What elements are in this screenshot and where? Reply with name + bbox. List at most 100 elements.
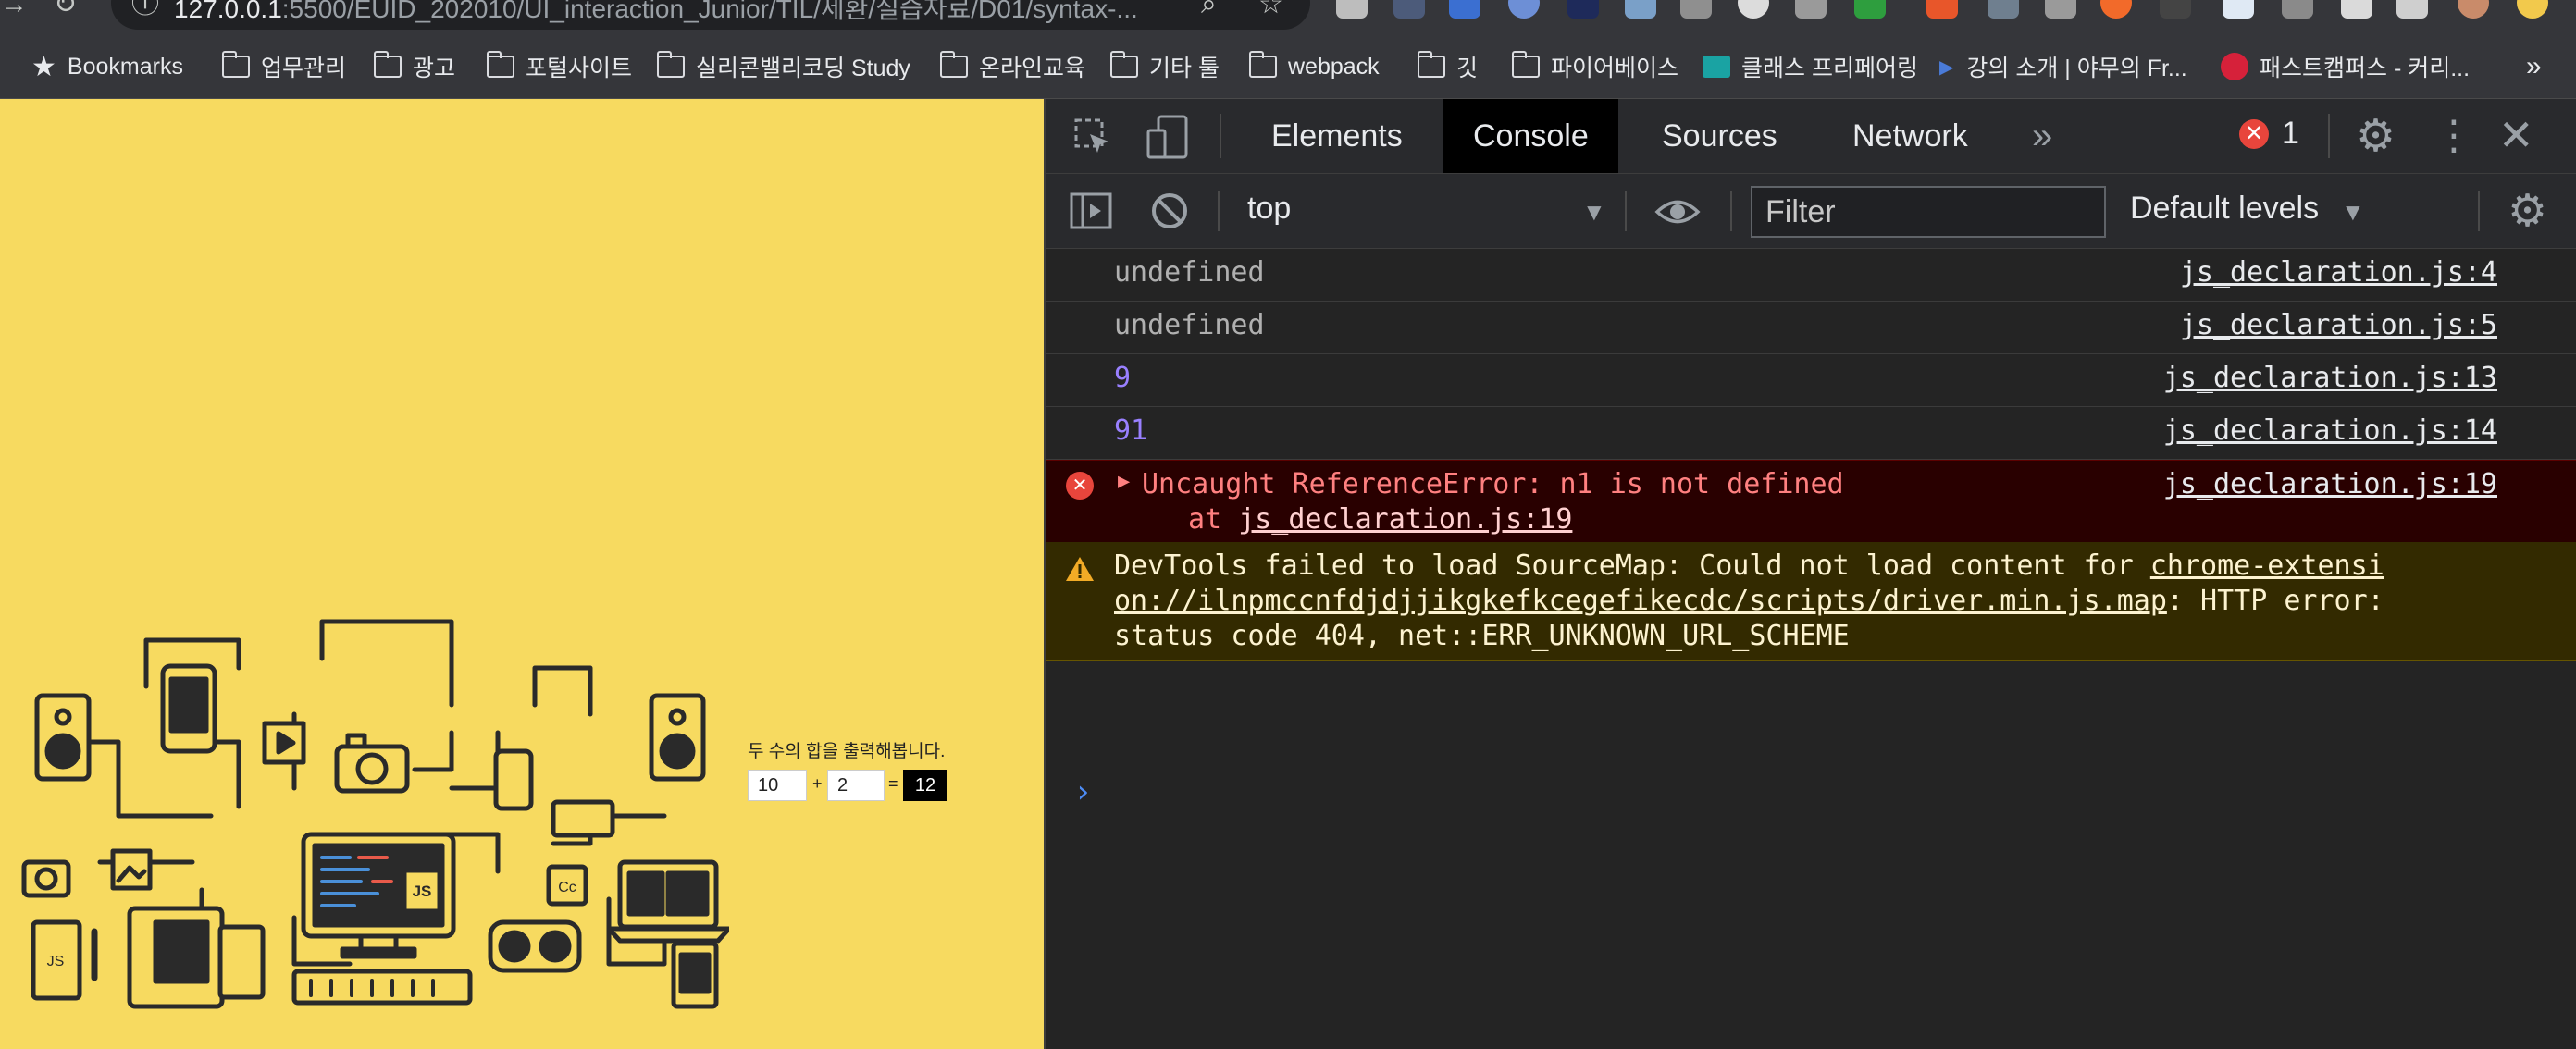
- bookmark-folder[interactable]: 실리콘밸리코딩 Study: [656, 48, 910, 85]
- tab-network[interactable]: Network: [1823, 99, 1998, 173]
- filter-input[interactable]: Filter: [1751, 186, 2106, 238]
- puzzle-icon[interactable]: [2341, 0, 2372, 19]
- chevron-down-icon[interactable]: ▼: [1582, 198, 1606, 227]
- extension-icon[interactable]: [1508, 0, 1540, 19]
- error-message: Uncaught ReferenceError: n1 is not defin…: [1142, 468, 1844, 500]
- log-levels-dropdown[interactable]: Default levels: [2130, 191, 2319, 227]
- tab-sources[interactable]: Sources: [1632, 99, 1807, 173]
- log-source-link[interactable]: js_declaration.js:19: [2163, 468, 2497, 500]
- sidebar-toggle-icon[interactable]: [1070, 192, 1112, 229]
- folder-icon: [656, 51, 685, 78]
- divider: [2328, 114, 2330, 158]
- chevron-down-icon[interactable]: ▼: [2341, 198, 2365, 227]
- search-icon[interactable]: ⌕: [1201, 0, 1217, 19]
- log-source-link[interactable]: js_declaration.js:13: [2163, 362, 2497, 394]
- reload-icon[interactable]: ↻: [54, 0, 77, 19]
- bookmark-item[interactable]: 클래스 프리페어링: [1703, 48, 1918, 85]
- bookmark-folder[interactable]: 기타 툴: [1109, 48, 1220, 85]
- log-source-link[interactable]: js_declaration.js:14: [2163, 414, 2497, 447]
- avatar[interactable]: [2458, 0, 2489, 19]
- extension-icon[interactable]: [2223, 0, 2254, 19]
- log-message: undefined: [1114, 256, 1265, 289]
- kebab-menu-icon[interactable]: ⋮: [2434, 112, 2474, 159]
- bookmark-folder[interactable]: 업무관리: [221, 48, 346, 85]
- console-prompt[interactable]: ›: [1073, 773, 1092, 810]
- svg-text:JS: JS: [413, 882, 432, 900]
- folder-icon: [1417, 51, 1445, 78]
- log-row: undefined js_declaration.js:4: [1046, 249, 2576, 302]
- extension-icon[interactable]: [1988, 0, 2019, 19]
- close-icon[interactable]: ✕: [2498, 110, 2534, 160]
- tab-console[interactable]: Console: [1443, 99, 1618, 173]
- bookmark-folder[interactable]: 온라인교육: [939, 48, 1085, 85]
- error-count[interactable]: 1: [2282, 116, 2299, 152]
- bookmark-folder[interactable]: 파이어베이스: [1511, 48, 1678, 85]
- extension-icon[interactable]: [1926, 0, 1958, 19]
- extension-icon[interactable]: [1449, 0, 1480, 19]
- divider: [1218, 191, 1220, 231]
- devtools-panel: Elements Console Sources Network » ✕ 1 ⚙…: [1044, 99, 2576, 1049]
- context-selector[interactable]: top: [1247, 191, 1291, 227]
- log-row: 91 js_declaration.js:14: [1046, 407, 2576, 460]
- rss-icon[interactable]: [2100, 0, 2132, 19]
- extension-icon[interactable]: [1680, 0, 1712, 19]
- warning-link[interactable]: chrome-extensi: [2150, 549, 2384, 582]
- bookmarks-overflow-button[interactable]: »: [2526, 48, 2542, 85]
- page-instruction: 두 수의 합을 출력해봅니다.: [748, 742, 946, 761]
- settings-gear-icon[interactable]: ⚙: [2356, 110, 2396, 162]
- url-text[interactable]: 127.0.0.1:5500/EUID_202010/UI_interactio…: [174, 0, 1138, 26]
- divider: [1730, 191, 1732, 231]
- extension-icon[interactable]: [1336, 0, 1368, 19]
- extension-icon[interactable]: [2045, 0, 2076, 19]
- second-number-input[interactable]: 2: [827, 770, 885, 801]
- console-settings-gear-icon[interactable]: ⚙: [2508, 185, 2547, 237]
- extension-icon[interactable]: [2517, 0, 2548, 19]
- log-source-link[interactable]: js_declaration.js:5: [2180, 309, 2497, 341]
- console-toolbar: top ▼ Filter Default levels ▼ ⚙: [1046, 174, 2576, 249]
- log-row: 9 js_declaration.js:13: [1046, 354, 2576, 407]
- extension-icon[interactable]: [1738, 0, 1769, 19]
- device-toolbar-icon[interactable]: [1146, 114, 1190, 160]
- page-viewport: JS Cc JS 두 수의 합을 출력해봅니다. 10 + 2 = 12: [0, 99, 1044, 1049]
- expand-triangle-icon[interactable]: ▶: [1118, 470, 1130, 493]
- bookmark-folder[interactable]: 포털사이트: [486, 48, 632, 85]
- bookmark-star-icon[interactable]: ☆: [1258, 0, 1283, 19]
- warning-icon: [1066, 557, 1094, 581]
- site-info-icon[interactable]: ⓘ: [131, 0, 159, 19]
- bookmark-item[interactable]: 패스트캠퍼스 - 커리...: [2221, 48, 2470, 85]
- error-icon[interactable]: ✕: [2239, 119, 2269, 149]
- extension-icon[interactable]: [1567, 0, 1599, 19]
- inspect-element-icon[interactable]: [1073, 117, 1112, 156]
- media-icon[interactable]: [2396, 0, 2428, 19]
- warning-line: status code 404, net::ERR_UNKNOWN_URL_SC…: [1114, 620, 1850, 652]
- folder-icon: [939, 51, 968, 78]
- svg-text:JS: JS: [47, 954, 65, 969]
- bookmark-folder[interactable]: 깃: [1417, 48, 1478, 85]
- evernote-icon[interactable]: [1854, 0, 1886, 19]
- bookmark-item[interactable]: ★ Bookmarks: [31, 48, 183, 85]
- folder-icon: [1109, 51, 1138, 78]
- log-message: 91: [1114, 414, 1148, 447]
- eye-icon[interactable]: [1654, 196, 1701, 228]
- folder-icon: [486, 51, 514, 78]
- divider: [1625, 191, 1627, 231]
- extension-icon[interactable]: [1393, 0, 1425, 19]
- log-message: 9: [1114, 362, 1132, 394]
- first-number-input[interactable]: 10: [748, 770, 807, 801]
- extension-icon[interactable]: [1795, 0, 1827, 19]
- clear-console-icon[interactable]: [1151, 192, 1188, 229]
- warning-link[interactable]: on://ilnpmccnfdjdjjikgkefkcegefikecdc/sc…: [1114, 585, 2167, 617]
- extension-icon[interactable]: [2160, 0, 2191, 19]
- extension-icon[interactable]: [1625, 0, 1656, 19]
- forward-icon[interactable]: →: [0, 0, 28, 19]
- bookmark-item[interactable]: ▶ 강의 소개 | 야무의 Fr...: [1939, 48, 2187, 85]
- bookmark-folder[interactable]: 광고: [373, 48, 455, 85]
- devtools-tab-bar: Elements Console Sources Network » ✕ 1 ⚙…: [1046, 99, 2576, 174]
- tab-elements[interactable]: Elements: [1242, 99, 1432, 173]
- extension-icon[interactable]: [2282, 0, 2313, 19]
- error-stack-link[interactable]: js_declaration.js:19: [1238, 503, 1572, 536]
- more-tabs-button[interactable]: »: [2032, 116, 2052, 157]
- bookmark-folder[interactable]: webpack: [1248, 48, 1380, 85]
- svg-text:Cc: Cc: [558, 880, 576, 895]
- log-source-link[interactable]: js_declaration.js:4: [2180, 256, 2497, 289]
